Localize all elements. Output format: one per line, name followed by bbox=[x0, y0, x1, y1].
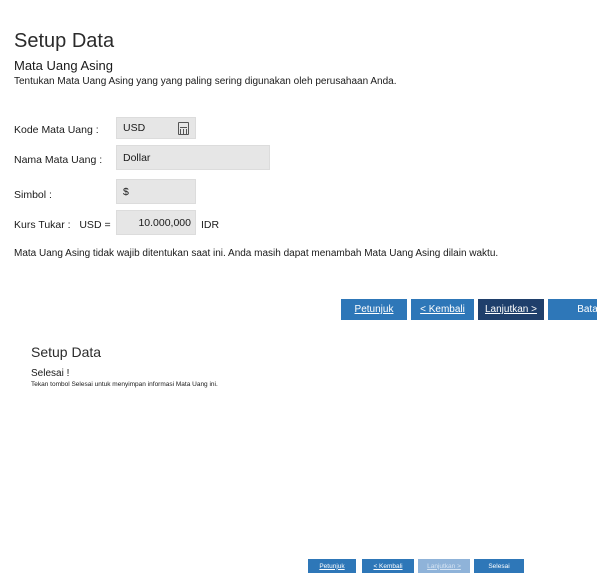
kurs-tukar-label: Kurs Tukar : USD = bbox=[14, 219, 111, 231]
setup-data-finish-panel: Setup Data Selesai ! Tekan tombol Selesa… bbox=[16, 330, 589, 580]
simbol-label: Simbol : bbox=[14, 189, 52, 201]
simbol-field[interactable]: $ bbox=[116, 179, 196, 204]
lanjutkan-button[interactable]: Lanjutkan > bbox=[478, 299, 544, 320]
lanjutkan-button-label: Lanjutkan > bbox=[485, 304, 537, 315]
kurs-tukar-value: 10.000,000 bbox=[138, 216, 191, 229]
petunjuk-button-label: Petunjuk bbox=[354, 304, 394, 315]
section-subtitle: Selesai ! bbox=[31, 368, 70, 379]
nama-mata-uang-field[interactable]: Dollar bbox=[116, 145, 270, 170]
kurs-currency-unit: IDR bbox=[201, 219, 220, 231]
lanjutkan-button-label: Lanjutkan > bbox=[427, 562, 461, 570]
simbol-value: $ bbox=[123, 185, 129, 198]
section-description: Tentukan Mata Uang Asing yang yang palin… bbox=[14, 76, 397, 87]
petunjuk-button[interactable]: Petunjuk bbox=[341, 299, 407, 320]
kembali-button[interactable]: < Kembali bbox=[362, 559, 414, 573]
petunjuk-button-label: Petunjuk bbox=[319, 562, 345, 570]
petunjuk-button[interactable]: Petunjuk bbox=[308, 559, 356, 573]
nama-mata-uang-value: Dollar bbox=[123, 151, 151, 164]
batal-button-label: Batal bbox=[577, 304, 597, 315]
nama-mata-uang-label: Nama Mata Uang : bbox=[14, 154, 103, 166]
batal-button[interactable]: Batal bbox=[548, 299, 597, 320]
kode-mata-uang-label: Kode Mata Uang : bbox=[14, 124, 99, 136]
kode-mata-uang-value: USD bbox=[123, 122, 146, 134]
kembali-button-label: < Kembali bbox=[373, 562, 403, 570]
kembali-button[interactable]: < Kembali bbox=[411, 299, 474, 320]
section-subtitle: Mata Uang Asing bbox=[14, 58, 114, 73]
setup-data-currency-panel: Setup Data Mata Uang Asing Tentukan Mata… bbox=[0, 0, 597, 326]
kode-mata-uang-field[interactable]: USD bbox=[116, 117, 196, 139]
selesai-button-label: Selesai bbox=[488, 562, 510, 570]
kembali-button-label: < Kembali bbox=[420, 304, 465, 315]
selesai-button[interactable]: Selesai bbox=[474, 559, 524, 573]
page-title: Setup Data bbox=[31, 344, 102, 360]
info-note: Mata Uang Asing tidak wajib ditentukan s… bbox=[14, 248, 499, 259]
lanjutkan-button: Lanjutkan > bbox=[418, 559, 470, 573]
section-description: Tekan tombol Selesai untuk menyimpan inf… bbox=[31, 381, 218, 388]
calculator-icon[interactable] bbox=[178, 122, 189, 135]
kurs-tukar-field[interactable]: 10.000,000 bbox=[116, 210, 196, 235]
page-title: Setup Data bbox=[14, 30, 115, 52]
